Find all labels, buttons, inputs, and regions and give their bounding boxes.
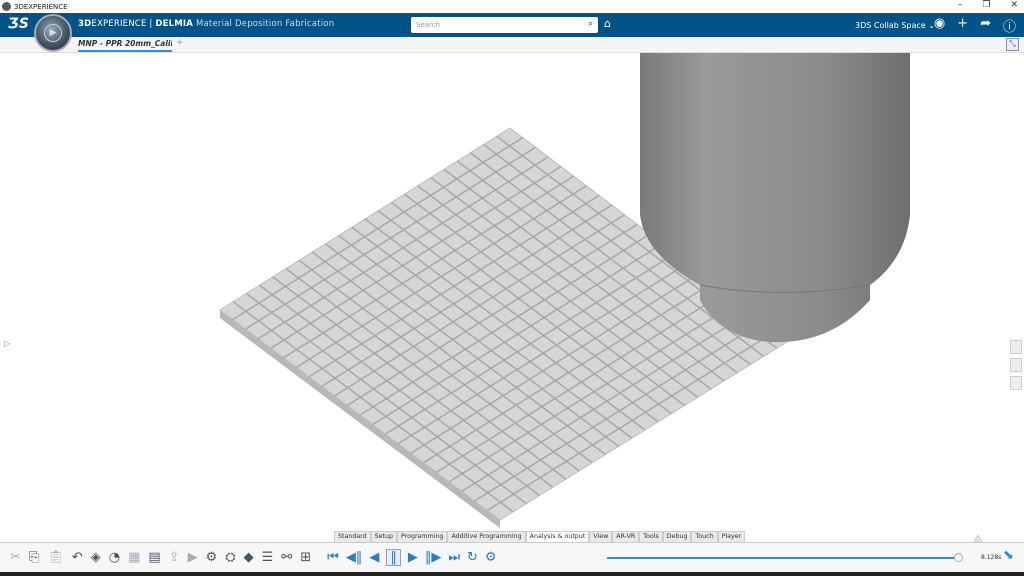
tab-workbench[interactable]: Standard xyxy=(334,531,371,542)
tag-icon[interactable]: ⌂ xyxy=(604,17,611,30)
export-icon[interactable]: ⇪ xyxy=(169,550,180,565)
top-bar: ƷS 3DEXPERIENCE | DELMIA Material Deposi… xyxy=(0,13,1024,37)
skip-end-icon[interactable]: ⏭ xyxy=(448,550,460,565)
minimize-button[interactable]: – xyxy=(958,0,963,10)
tab-workbench[interactable]: Programming xyxy=(396,531,448,542)
play-sim-icon[interactable]: ▶ xyxy=(188,550,198,565)
tool-icon[interactable]: ⛭ xyxy=(225,550,235,565)
brand-sub: Material Deposition Fabrication xyxy=(193,19,335,29)
expand-panel-icon[interactable]: ▷ xyxy=(4,339,10,348)
search-input[interactable]: Search ⌕ xyxy=(411,17,598,33)
graph-icon[interactable]: ⚯ xyxy=(281,550,292,565)
workbench-tabs: Standard Setup Programming Additive Program… xyxy=(334,531,746,542)
tab-workbench[interactable]: Additive Programming xyxy=(447,531,526,542)
undo-icon[interactable]: ↶ xyxy=(72,550,83,565)
search-placeholder: Search xyxy=(416,21,441,29)
taskbar-edge xyxy=(0,572,1024,576)
copy-icon[interactable]: ⎘ xyxy=(29,550,39,565)
add-icon[interactable]: + xyxy=(957,16,968,35)
right-toolbar xyxy=(1010,340,1022,390)
tab-workbench[interactable]: Tools xyxy=(639,531,663,542)
3d-viewport[interactable]: ▷ ⟁ xyxy=(0,53,1024,552)
tab-workbench[interactable]: Analysis & output xyxy=(525,531,590,542)
close-button[interactable]: ✕ xyxy=(1010,0,1018,10)
tree-icon[interactable]: ⊞ xyxy=(300,550,311,565)
compass-widget[interactable]: ▶ xyxy=(34,14,72,52)
playback-slider[interactable] xyxy=(607,557,959,559)
restore-button[interactable]: ❐ xyxy=(982,0,990,10)
step-back-icon[interactable]: ◀‖ xyxy=(346,550,363,565)
fullscreen-icon[interactable]: ⤡ xyxy=(1006,38,1019,51)
play-icon[interactable]: ▶ xyxy=(408,550,418,565)
report-icon[interactable]: ☰ xyxy=(262,550,274,565)
tab-workbench[interactable]: Debug xyxy=(662,531,692,542)
tool-icon[interactable] xyxy=(1010,376,1022,390)
tab-workbench[interactable]: AR-VR xyxy=(612,531,640,542)
loop-icon[interactable]: ↻ xyxy=(467,550,478,565)
step-forward-icon[interactable]: ‖▶ xyxy=(425,550,442,565)
analysis-icon[interactable]: ◆ xyxy=(244,550,254,565)
tool-icon[interactable] xyxy=(1010,340,1022,354)
tab-workbench[interactable]: Player xyxy=(717,531,746,542)
user-icon[interactable]: ◉ xyxy=(934,16,945,35)
cut-icon[interactable]: ✂ xyxy=(10,550,21,565)
add-tab-button[interactable]: + xyxy=(176,38,184,48)
app-logo-icon xyxy=(2,2,11,11)
playback-time: 8.128s xyxy=(981,554,1002,561)
tab-workbench[interactable]: View xyxy=(589,531,613,542)
record-icon[interactable]: ⬊ xyxy=(1003,548,1014,563)
part-icon[interactable]: ▦ xyxy=(128,550,140,565)
brand-app: DELMIA xyxy=(155,19,194,29)
tab-document[interactable]: MNP - PPR 20mm_Calibration xyxy=(78,39,172,52)
window-title: 3DEXPERIENCE xyxy=(14,2,68,11)
pause-icon[interactable]: ‖ xyxy=(386,549,401,566)
play-back-icon[interactable]: ◀ xyxy=(369,550,379,565)
view-mode-icon[interactable]: ◈ xyxy=(91,550,101,565)
app-title: 3DEXPERIENCE | DELMIA Material Depositio… xyxy=(78,19,334,29)
brand: EXPERIENCE | xyxy=(91,19,156,29)
tool-icon[interactable] xyxy=(1010,358,1022,372)
3ds-logo-icon[interactable]: ƷS xyxy=(8,16,29,32)
share-icon[interactable]: ➦ xyxy=(980,16,991,35)
search-icon[interactable]: ⌕ xyxy=(588,19,593,29)
player-controls: ⏮ ◀‖ ◀ ‖ ▶ ‖▶ ⏭ ↻ ⚙ xyxy=(327,549,497,566)
help-icon[interactable]: ⓘ xyxy=(1003,16,1016,35)
simulate-icon[interactable]: ◔ xyxy=(109,550,120,565)
play-icon[interactable]: ▶ xyxy=(44,24,62,42)
tab-workbench[interactable]: Setup xyxy=(370,531,397,542)
paste-icon[interactable]: 📋︎ xyxy=(47,550,64,565)
tab-workbench[interactable]: Touch xyxy=(691,531,718,542)
window-titlebar: 3DEXPERIENCE – ❐ ✕ xyxy=(0,0,1024,13)
skip-start-icon[interactable]: ⏮ xyxy=(327,550,339,565)
layout-icon[interactable]: ▤ xyxy=(148,550,160,565)
brand-bold: 3D xyxy=(78,19,92,29)
collab-space-dropdown[interactable]: 3DS Collab Space ⌄ xyxy=(855,21,935,30)
machine-icon[interactable]: ⚙ xyxy=(206,550,218,565)
document-tabbar: MNP - PPR 20mm_Calibration + ⤡ xyxy=(0,37,1024,53)
scene xyxy=(219,53,910,528)
settings-icon[interactable]: ⚙ xyxy=(485,550,497,565)
